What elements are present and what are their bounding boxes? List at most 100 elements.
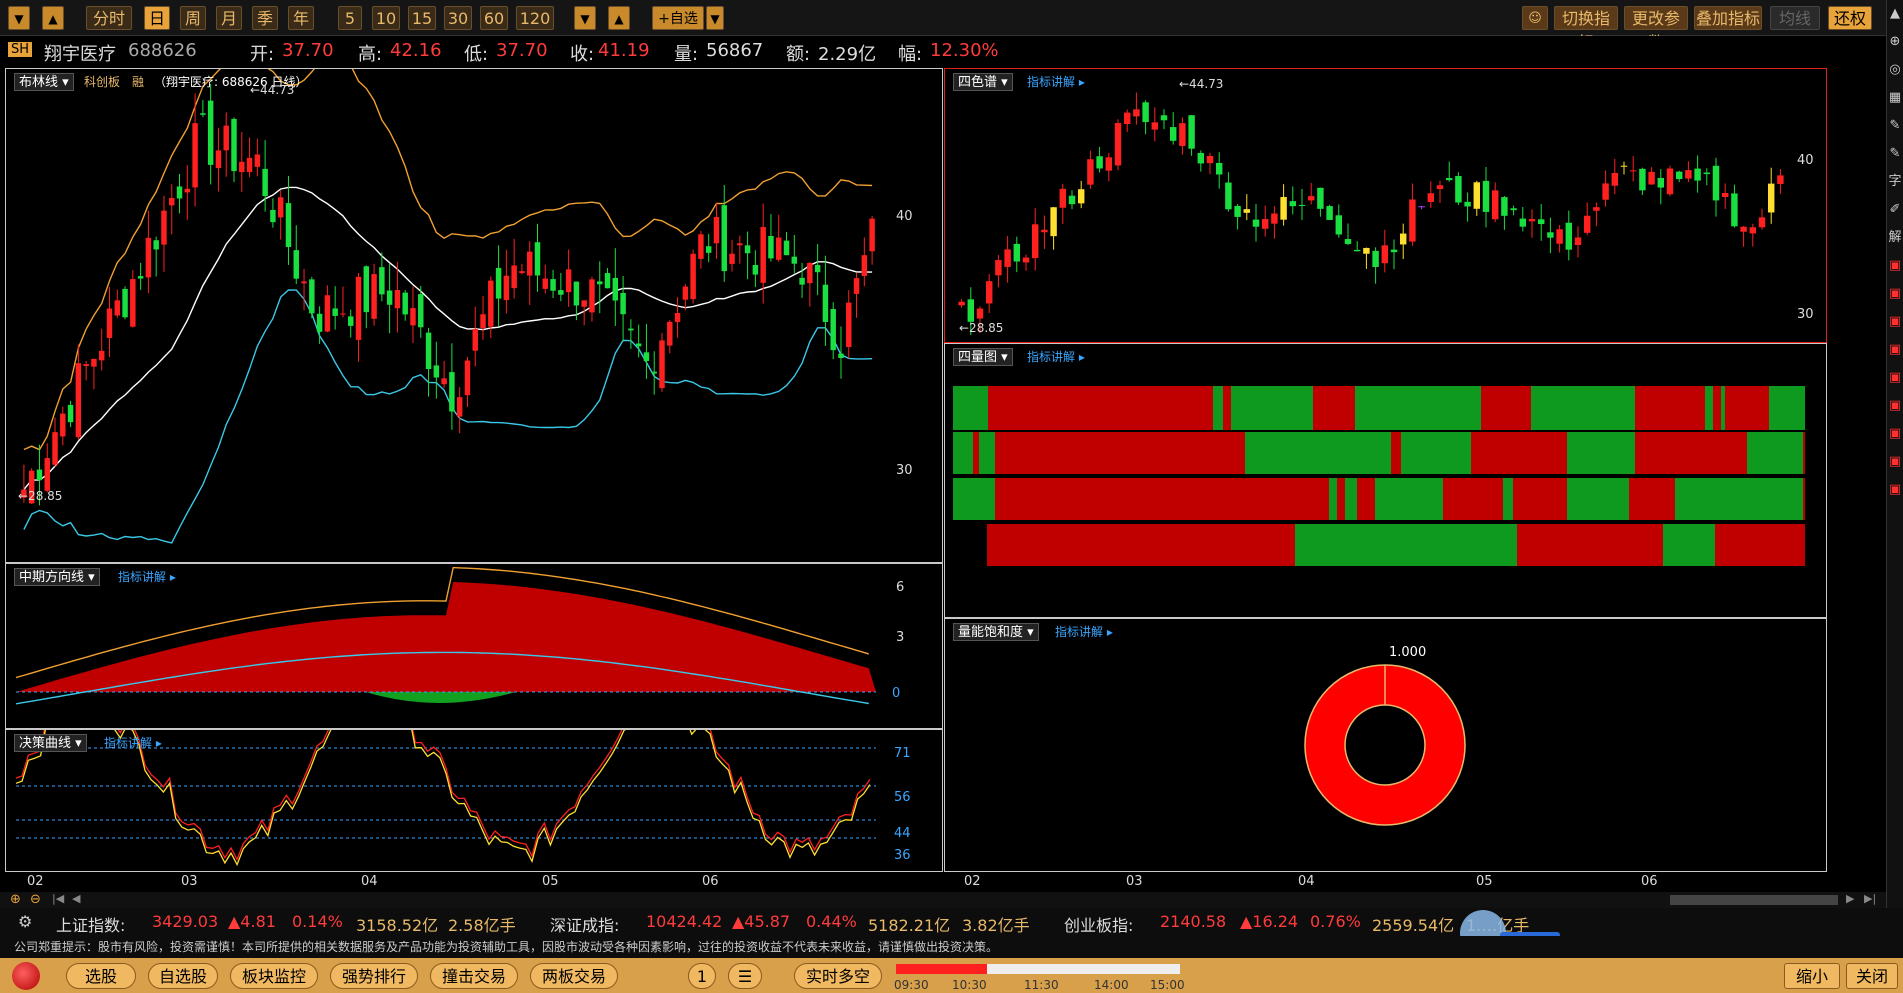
last-page-icon[interactable]: ▶|: [1864, 892, 1876, 905]
dice-icon[interactable]: ▣: [1887, 252, 1903, 280]
menu-icon[interactable]: ☰: [728, 963, 762, 989]
text-icon[interactable]: 字: [1887, 168, 1903, 196]
dice-icon[interactable]: ▣: [1887, 336, 1903, 364]
watchlist-button[interactable]: 自选股: [148, 963, 218, 989]
candle-body: [1427, 193, 1435, 202]
stock-picker-button[interactable]: 选股: [66, 963, 136, 989]
match-trade-button[interactable]: 撞击交易: [430, 963, 518, 989]
zoom-in-icon[interactable]: ⊕: [10, 892, 21, 907]
settings-gear-icon[interactable]: ⚙: [18, 912, 32, 931]
pencil-icon[interactable]: ✎: [1887, 140, 1903, 168]
indicator-select-four-color[interactable]: 四色谱 ▾: [953, 73, 1013, 91]
candle-body: [324, 295, 331, 332]
sz-index-pct: 0.44%: [806, 912, 857, 931]
minute-15-button[interactable]: 15: [408, 6, 436, 30]
indicator-name: 布林线: [19, 75, 59, 90]
dice-icon[interactable]: ▣: [1887, 420, 1903, 448]
scroll-up-icon[interactable]: ▲: [42, 6, 64, 30]
minute-60-button[interactable]: 60: [480, 6, 508, 30]
candle-body: [1363, 247, 1370, 254]
dice-icon[interactable]: ▣: [1887, 308, 1903, 336]
grid-icon[interactable]: ▦: [1887, 84, 1903, 112]
scroll-down-icon[interactable]: ▼: [8, 6, 30, 30]
shrink-button[interactable]: 缩小: [1784, 963, 1840, 989]
add-watchlist-dropdown-icon[interactable]: ▼: [706, 6, 724, 30]
restore-rights-button[interactable]: 还权: [1828, 6, 1872, 30]
dual-board-trade-button[interactable]: 两板交易: [530, 963, 618, 989]
period-intraday-button[interactable]: 分时: [86, 6, 132, 30]
indicator-help-link[interactable]: 指标讲解 ▸: [1055, 623, 1113, 640]
indicator-help-link[interactable]: 指标讲解 ▸: [104, 734, 162, 751]
candle-body: [1639, 168, 1646, 191]
board-label: 科创板: [84, 75, 121, 89]
candle-body: [1068, 195, 1076, 205]
switch-indicator-button[interactable]: 切换指标: [1554, 6, 1618, 52]
crosshair-icon[interactable]: ⊕: [1887, 28, 1903, 56]
realtime-longshort-button[interactable]: 实时多空: [794, 963, 882, 989]
candle-body: [456, 397, 463, 417]
indicator-select-bollinger[interactable]: 布林线 ▾: [14, 73, 74, 91]
tool-icon-1[interactable]: ▲: [1887, 0, 1903, 28]
zoom-out-icon[interactable]: ⊖: [30, 892, 41, 907]
minute-10-button[interactable]: 10: [372, 6, 400, 30]
indicator-select-mid[interactable]: 中期方向线 ▾: [14, 568, 100, 586]
min-price-label: ←28.85: [959, 321, 1004, 335]
dice-icon[interactable]: ▣: [1887, 392, 1903, 420]
explain-icon[interactable]: 解: [1887, 224, 1903, 252]
candle-body: [1721, 193, 1729, 197]
prev-page-icon[interactable]: ◀: [72, 892, 80, 905]
candle-body: [1087, 159, 1094, 185]
add-watchlist-button[interactable]: +自选: [652, 6, 704, 30]
indicator-help-link[interactable]: 指标讲解 ▸: [1027, 73, 1085, 90]
dice-icon[interactable]: ▣: [1887, 280, 1903, 308]
overlay-indicator-button[interactable]: 叠加指标: [1694, 6, 1762, 30]
dice-icon[interactable]: ▣: [1887, 476, 1903, 504]
minute-30-button[interactable]: 30: [444, 6, 472, 30]
dice-icon[interactable]: ▣: [1887, 364, 1903, 392]
period-season-button[interactable]: 季: [252, 6, 278, 30]
saturation-value: 1.000: [1389, 645, 1427, 660]
record-icon[interactable]: [12, 962, 40, 990]
volume-segment: [953, 478, 995, 520]
brush-icon[interactable]: ✐: [1887, 196, 1903, 224]
minute-5-button[interactable]: 5: [338, 6, 362, 30]
minute-120-button[interactable]: 120: [516, 6, 554, 30]
sector-monitor-button[interactable]: 板块监控: [230, 963, 318, 989]
period-day-button[interactable]: 日: [144, 6, 170, 30]
period-month-button[interactable]: 月: [216, 6, 242, 30]
candle-body: [169, 198, 175, 206]
indicator-select-decision[interactable]: 决策曲线 ▾: [14, 734, 87, 752]
prev-icon[interactable]: ▼: [574, 6, 596, 30]
candle-body: [239, 161, 245, 173]
page-indicator[interactable]: 1: [688, 963, 716, 989]
candle-body: [277, 197, 284, 218]
indicator-name: 决策曲线: [19, 736, 72, 751]
close-button[interactable]: 关闭: [1846, 963, 1898, 989]
indicator-help-link[interactable]: 指标讲解 ▸: [118, 568, 176, 585]
pen-icon[interactable]: ✎: [1887, 112, 1903, 140]
period-week-button[interactable]: 周: [180, 6, 206, 30]
edit-params-button[interactable]: 更改参数: [1624, 6, 1688, 52]
candle-body: [1574, 237, 1582, 246]
indicator-help-link[interactable]: 指标讲解 ▸: [1027, 348, 1085, 365]
next-icon[interactable]: ▲: [608, 6, 630, 30]
candle-body: [1629, 170, 1637, 172]
avatar-icon[interactable]: ☺: [1522, 6, 1548, 30]
candle-body: [1013, 243, 1021, 262]
candle-body: [1105, 157, 1113, 171]
stock-name: 翔宇医疗: [44, 44, 116, 65]
dice-icon[interactable]: ▣: [1887, 448, 1903, 476]
volume-segment: [1345, 478, 1357, 520]
candle-body: [597, 281, 603, 285]
scrollbar-thumb[interactable]: [1670, 895, 1838, 905]
ma-button[interactable]: 均线: [1770, 6, 1820, 30]
first-page-icon[interactable]: |◀: [52, 892, 64, 905]
candle-body: [1142, 102, 1149, 123]
candle-body: [122, 288, 128, 318]
indicator-select-saturation[interactable]: 量能饱和度 ▾: [953, 623, 1039, 641]
strength-rank-button[interactable]: 强势排行: [330, 963, 418, 989]
indicator-select-four-volume[interactable]: 四量图 ▾: [953, 348, 1013, 366]
period-year-button[interactable]: 年: [288, 6, 314, 30]
target-icon[interactable]: ◎: [1887, 56, 1903, 84]
next-page-icon[interactable]: ▶: [1846, 892, 1854, 905]
